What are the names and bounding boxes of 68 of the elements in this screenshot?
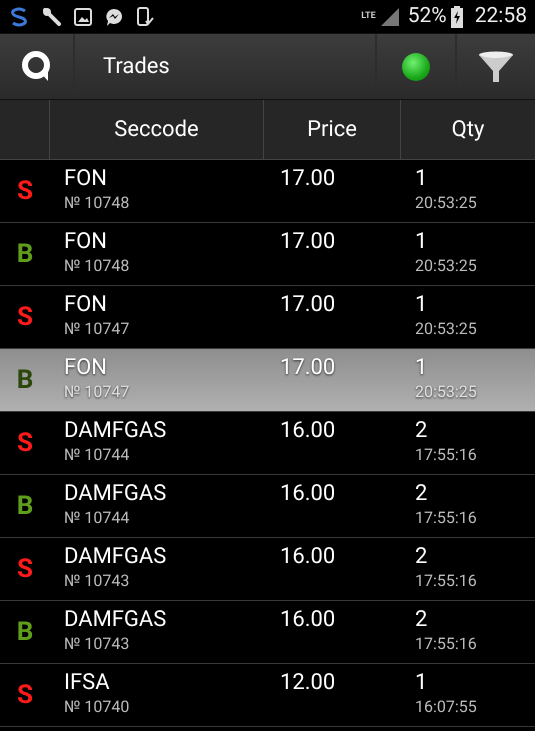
side-indicator: S <box>16 300 33 334</box>
side-indicator: B <box>16 616 34 648</box>
seccode: DAMFGAS <box>64 417 166 445</box>
quantity: 1 <box>415 291 428 319</box>
chat-icon <box>104 6 124 26</box>
price: 17.00 <box>280 228 336 256</box>
trade-time: 16:07:55 <box>415 697 477 717</box>
column-header: Qty <box>452 116 484 144</box>
trade-time: 17:55:16 <box>415 634 477 654</box>
price: 17.00 <box>280 291 336 319</box>
quantity: 2 <box>415 543 428 571</box>
price: 16.00 <box>280 543 336 571</box>
side-indicator: S <box>16 678 33 712</box>
funnel-icon <box>478 50 514 82</box>
trade-number: № 10744 <box>64 445 130 465</box>
side-indicator: S <box>16 426 33 460</box>
clock: 22:58 <box>474 2 527 30</box>
seccode: DAMFGAS <box>64 606 166 634</box>
quantity: 1 <box>415 228 428 256</box>
trade-number: № 10748 <box>64 193 130 213</box>
trade-number: № 10747 <box>64 319 130 339</box>
trade-time: 20:53:25 <box>415 193 477 213</box>
side-indicator: S <box>16 552 33 586</box>
price: 16.00 <box>280 606 336 634</box>
screen-title: Trades <box>103 53 170 81</box>
trade-time: 17:55:16 <box>415 571 477 591</box>
column-header: Price <box>307 116 357 144</box>
trade-time: 20:53:25 <box>415 382 477 402</box>
price: 17.00 <box>280 165 336 193</box>
seccode: DAMFGAS <box>64 543 166 571</box>
seccode: FON <box>64 354 107 382</box>
trade-time: 17:55:16 <box>415 445 477 465</box>
trade-number: № 10744 <box>64 508 130 528</box>
trade-number: № 10748 <box>64 256 130 276</box>
price: 12.00 <box>280 669 336 697</box>
seccode: FON <box>64 291 107 319</box>
device-check-icon <box>136 6 154 26</box>
seccode: IFSA <box>64 669 110 697</box>
trade-time: 20:53:25 <box>415 319 477 339</box>
quantity: 2 <box>415 417 428 445</box>
trade-row[interactable]: B FON № 10747 17.00 1 20:53:25 <box>0 349 535 412</box>
side-indicator: B <box>16 364 34 396</box>
signal-icon <box>380 6 400 26</box>
side-indicator: S <box>16 174 33 208</box>
trade-number: № 10747 <box>64 382 130 402</box>
quantity: 1 <box>415 165 428 193</box>
seccode: FON <box>64 165 107 193</box>
seccode: DAMFGAS <box>64 480 166 508</box>
trade-number: № 10743 <box>64 571 130 591</box>
price: 17.00 <box>280 354 336 382</box>
price: 16.00 <box>280 480 336 508</box>
side-indicator: B <box>16 238 34 270</box>
trade-number: № 10740 <box>64 697 130 717</box>
trade-number: № 10743 <box>64 634 130 654</box>
network-type: LTE <box>361 12 376 21</box>
seccode: FON <box>64 228 107 256</box>
trade-time: 20:53:25 <box>415 256 477 276</box>
quantity: 2 <box>415 480 428 508</box>
trade-time: 17:55:16 <box>415 508 477 528</box>
image-icon <box>74 8 92 26</box>
side-indicator: B <box>16 490 34 522</box>
quantity: 1 <box>415 669 428 697</box>
price: 16.00 <box>280 417 336 445</box>
battery-icon <box>450 6 463 28</box>
battery-level: 52% <box>408 2 447 30</box>
quantity: 1 <box>415 354 428 382</box>
column-header: Seccode <box>114 116 199 144</box>
quantity: 2 <box>415 606 428 634</box>
